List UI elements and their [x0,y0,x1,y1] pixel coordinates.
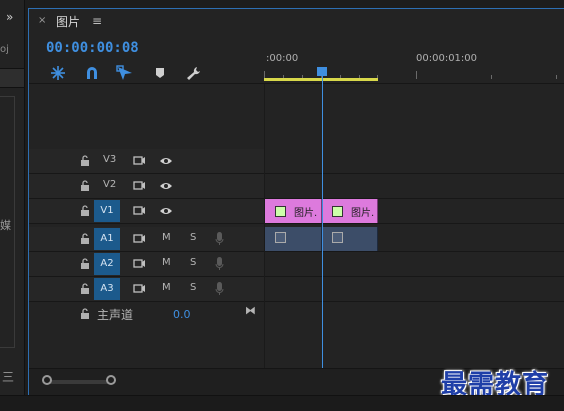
header-lane-divider [264,84,265,369]
master-track-label: 主声道 [97,308,134,322]
microphone-icon[interactable] [215,256,224,271]
video-clip[interactable]: 图片. [322,199,378,223]
fx-icon [332,232,343,243]
track-row-v3: V3 [29,149,564,174]
playhead-line [322,71,323,368]
track-header-v1: V1 [29,199,264,223]
snap-icon[interactable] [49,65,67,81]
linked-selection-icon[interactable] [83,65,101,81]
lock-icon[interactable] [80,258,90,270]
marker-icon[interactable] [151,65,169,81]
header-divider [29,83,564,84]
sync-lock-icon[interactable] [133,205,146,216]
ruler-tick [556,75,557,79]
work-area-bar[interactable] [264,78,378,81]
left-adjacent-panel: » oj 媒 三 [0,0,25,410]
timeline-tab-bar: × 图片 ≡ [29,9,564,35]
eye-icon[interactable] [159,206,173,216]
playhead-timecode[interactable]: 00:00:00:08 [46,40,139,56]
sync-lock-icon[interactable] [133,155,146,166]
track-row-a1: A1 M S [29,227,564,252]
clip-label: 图片. [351,208,375,219]
track-row-v1: V1 图片. 图片. [29,199,564,224]
zoom-scroll-track[interactable] [47,380,113,384]
track-lane-v3[interactable] [264,149,564,173]
lock-icon[interactable] [80,308,90,320]
lock-icon[interactable] [80,233,90,245]
track-name-v3: V3 [103,154,117,165]
eye-icon[interactable] [159,156,173,166]
master-split-icon[interactable]: ⧓ [245,304,256,317]
track-name-v2: V2 [103,179,117,190]
ruler-label-1s: 00:00:01:00 [416,53,478,64]
track-target-a2[interactable]: A2 [94,253,120,275]
panel-menu-icon[interactable]: 三 [2,368,14,385]
track-header-v2: V2 [29,174,264,198]
lock-icon[interactable] [80,155,90,167]
track-target-a3[interactable]: A3 [94,278,120,300]
track-lane-a1[interactable] [264,227,564,251]
lock-icon[interactable] [80,180,90,192]
ruler-tick [416,71,417,79]
audio-clip[interactable] [264,227,322,251]
timeline-panel: × 图片 ≡ 00:00:00:08 :00:00 00:00:01:00 V3… [28,8,564,395]
lock-icon[interactable] [80,283,90,295]
ruler-tick [491,75,492,79]
track-row-a2: A2 M S [29,252,564,277]
track-lane-a2[interactable] [264,252,564,276]
solo-button[interactable]: S [190,232,196,243]
track-row-a3: A3 M S [29,277,564,302]
close-tab-icon[interactable]: × [38,15,46,26]
track-target-v1[interactable]: V1 [94,200,120,222]
ruler-label-start: :00:00 [266,53,299,64]
mute-button[interactable]: M [162,257,171,268]
sync-lock-icon[interactable] [133,258,146,269]
solo-button[interactable]: S [190,282,196,293]
track-header-a2: A2 M S [29,252,264,276]
master-track-header [29,302,264,327]
track-header-a1: A1 M S [29,227,264,251]
track-header-a3: A3 M S [29,277,264,301]
add-marker-icon[interactable] [116,65,134,81]
track-header-v3: V3 [29,149,264,173]
expand-panels-button[interactable]: » [6,10,13,24]
panel-menu-icon[interactable]: ≡ [92,14,102,28]
sequence-tab-title[interactable]: 图片 [56,13,80,30]
partial-panel-text: 媒 [0,219,11,232]
fx-icon [275,206,286,217]
eye-icon[interactable] [159,181,173,191]
zoom-handle-left[interactable] [42,375,52,385]
track-target-a1[interactable]: A1 [94,228,120,250]
playhead-handle[interactable] [317,67,327,76]
video-clip[interactable]: 图片. [264,199,322,223]
sync-lock-icon[interactable] [133,233,146,244]
sync-lock-icon[interactable] [133,283,146,294]
zoom-handle-right[interactable] [106,375,116,385]
track-lane-a3[interactable] [264,277,564,301]
track-row-v2: V2 [29,174,564,199]
audio-clip[interactable] [322,227,378,251]
sync-lock-icon[interactable] [133,180,146,191]
partial-panel-search[interactable] [0,68,24,88]
partial-panel-label: oj [0,44,9,55]
track-lane-v2[interactable] [264,174,564,198]
master-volume-value[interactable]: 0.0 [173,308,191,321]
microphone-icon[interactable] [215,281,224,296]
clip-label: 图片. [294,208,318,219]
bottom-status-strip [0,395,564,411]
lock-icon[interactable] [80,205,90,217]
mute-button[interactable]: M [162,232,171,243]
solo-button[interactable]: S [190,257,196,268]
mute-button[interactable]: M [162,282,171,293]
fx-icon [275,232,286,243]
wrench-icon[interactable] [185,65,203,81]
microphone-icon[interactable] [215,231,224,246]
fx-icon [332,206,343,217]
track-lane-v1[interactable]: 图片. 图片. [264,199,564,223]
